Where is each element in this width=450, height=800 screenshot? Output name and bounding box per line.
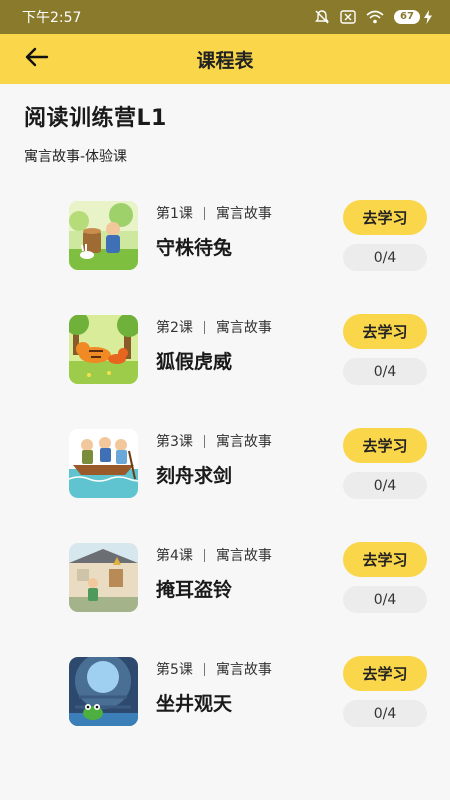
lesson-thumbnail-rabbit-stump [69,201,138,270]
lesson-item[interactable]: 第1课 寓言故事 守株待兔 去学习 0/4 [0,199,450,313]
lesson-meta: 第3课 寓言故事 [156,431,272,451]
page-title: 课程表 [196,49,254,72]
wifi-icon [366,10,384,24]
go-study-button[interactable]: 去学习 [343,428,427,463]
course-header: 阅读训练营L1 寓言故事-体验课 [24,100,167,166]
back-button[interactable] [22,45,52,73]
divider [203,434,205,448]
lesson-progress: 0/4 [343,472,427,499]
lesson-number: 第1课 [156,206,193,222]
divider [203,548,205,562]
lesson-meta: 第4课 寓言故事 [156,545,272,565]
lesson-list: 第1课 寓言故事 守株待兔 去学习 0/4 第2课 寓言故事 狐假虎威 去学习 … [0,199,450,769]
lesson-category: 寓言故事 [215,434,272,450]
lesson-progress: 0/4 [343,358,427,385]
lesson-meta: 第2课 寓言故事 [156,317,272,337]
go-study-button[interactable]: 去学习 [343,200,427,235]
go-study-button[interactable]: 去学习 [343,314,427,349]
lesson-title: 狐假虎威 [156,351,233,373]
lesson-category: 寓言故事 [215,206,272,222]
lesson-number: 第5课 [156,662,193,678]
battery-indicator: 67 [394,10,432,24]
status-icons: 67 [314,9,432,25]
camp-subtitle: 寓言故事-体验课 [24,149,128,165]
status-bar: 下午2:57 67 [0,0,450,34]
lesson-number: 第2课 [156,320,193,336]
divider [203,206,205,220]
lesson-category: 寓言故事 [215,320,272,336]
camp-title: 阅读训练营L1 [24,106,167,131]
status-time: 下午2:57 [22,10,82,26]
lesson-item[interactable]: 第4课 寓言故事 掩耳盗铃 去学习 0/4 [0,541,450,655]
lesson-title: 掩耳盗铃 [156,579,233,601]
divider [203,662,205,676]
go-study-button[interactable]: 去学习 [343,542,427,577]
lesson-thumbnail-bell-thief [69,543,138,612]
lesson-thumbnail-boat-sword [69,429,138,498]
lesson-category: 寓言故事 [215,548,272,564]
lesson-item[interactable]: 第3课 寓言故事 刻舟求剑 去学习 0/4 [0,427,450,541]
app-bar: 课程表 [0,34,450,84]
lesson-title: 坐井观天 [156,693,233,715]
lesson-meta: 第1课 寓言故事 [156,203,272,223]
lesson-progress: 0/4 [343,586,427,613]
lesson-item[interactable]: 第2课 寓言故事 狐假虎威 去学习 0/4 [0,313,450,427]
lesson-number: 第4课 [156,548,193,564]
charging-icon [424,10,432,24]
no-sim-icon [340,10,356,24]
lesson-progress: 0/4 [343,244,427,271]
lesson-item[interactable]: 第5课 寓言故事 坐井观天 去学习 0/4 [0,655,450,769]
lesson-number: 第3课 [156,434,193,450]
lesson-thumbnail-fox-tiger [69,315,138,384]
lesson-progress: 0/4 [343,700,427,727]
lesson-meta: 第5课 寓言故事 [156,659,272,679]
arrow-left-icon [25,47,49,71]
lesson-thumbnail-frog-well [69,657,138,726]
go-study-button[interactable]: 去学习 [343,656,427,691]
battery-level: 67 [394,10,420,24]
lesson-title: 守株待兔 [156,237,233,259]
mute-alarm-icon [314,9,330,25]
lesson-category: 寓言故事 [215,662,272,678]
lesson-title: 刻舟求剑 [156,465,233,487]
divider [203,320,205,334]
